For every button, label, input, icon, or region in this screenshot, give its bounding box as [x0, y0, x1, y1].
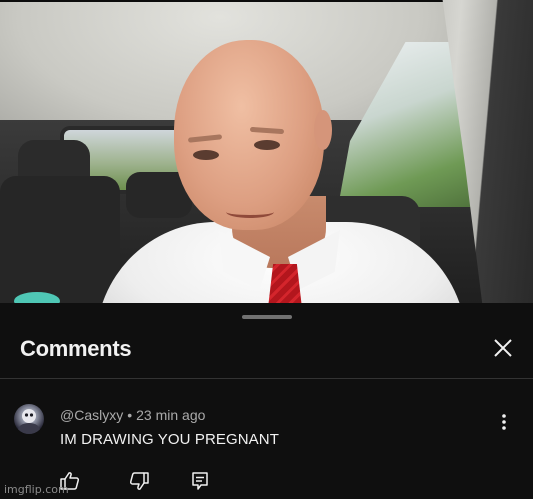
header-divider: [0, 378, 533, 379]
drag-handle[interactable]: [242, 315, 292, 319]
comment-meta: @Caslyxy • 23 min ago: [60, 407, 205, 423]
comments-panel: Comments @Caslyxy • 23 min ago IM DRAWING …: [0, 303, 533, 499]
person-ear: [314, 110, 332, 150]
video-player[interactable]: [0, 0, 533, 303]
person-head: [174, 40, 324, 230]
more-vertical-icon: [502, 414, 506, 430]
rear-left-seat: [0, 176, 120, 303]
reply-button[interactable]: [188, 469, 212, 493]
person-eye-left: [193, 150, 219, 160]
teal-object: [14, 292, 60, 303]
close-button[interactable]: [489, 334, 517, 362]
thumbs-down-icon: [129, 472, 149, 490]
person-eye-right: [254, 140, 280, 150]
meta-separator: •: [127, 407, 133, 423]
avatar[interactable]: [14, 404, 44, 434]
close-icon: [494, 339, 512, 357]
dislike-button[interactable]: [127, 469, 151, 493]
comment-time: 23 min ago: [136, 407, 206, 423]
avatar-image: [18, 409, 40, 434]
comment-text: IM DRAWING YOU PREGNANT: [60, 431, 279, 448]
panel-title: Comments: [20, 336, 132, 361]
comment-item: @Caslyxy • 23 min ago IM DRAWING YOU PREGN…: [0, 391, 533, 499]
person-tie: [268, 264, 302, 303]
watermark: imgflip.com: [4, 483, 69, 496]
reply-icon: [192, 472, 208, 490]
comment-author[interactable]: @Caslyxy: [60, 407, 123, 423]
comment-more-button[interactable]: [494, 410, 514, 434]
person-smile: [226, 206, 274, 218]
